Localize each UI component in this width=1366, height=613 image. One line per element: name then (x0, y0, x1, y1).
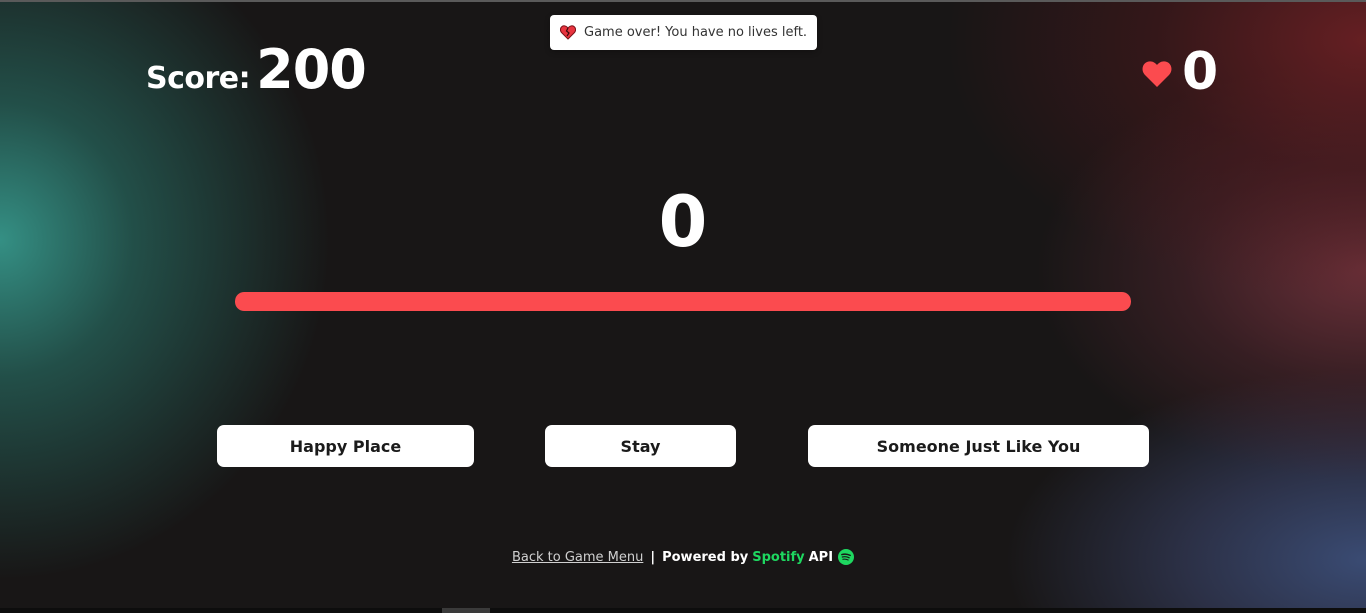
game-over-toast: Game over! You have no lives left. (550, 15, 817, 50)
heart-icon (1142, 61, 1172, 87)
score-display: Score: 200 (146, 38, 367, 101)
powered-by-label: Powered by (662, 549, 749, 565)
api-label: API (808, 549, 834, 565)
lives-display: 0 (1142, 42, 1218, 102)
spotify-logo-icon (838, 549, 855, 565)
bottom-taskbar-strip (0, 608, 1366, 613)
choice-button-stay[interactable]: Stay (545, 425, 736, 467)
spotify-label: Spotify (752, 549, 805, 565)
choice-button-someone-just-like-you[interactable]: Someone Just Like You (808, 425, 1149, 467)
score-value: 200 (256, 38, 367, 101)
score-label: Score: (146, 61, 251, 96)
timer-progress-bar (235, 292, 1131, 311)
lives-value: 0 (1182, 42, 1219, 102)
top-border (0, 0, 1366, 2)
timer-progress-fill (235, 292, 1131, 311)
countdown-timer: 0 (658, 181, 708, 263)
choice-button-happy-place[interactable]: Happy Place (217, 425, 474, 467)
footer: Back to Game Menu | Powered by Spotify A… (0, 549, 1366, 565)
bottom-tab-indicator (442, 608, 490, 613)
footer-separator: | (650, 549, 656, 565)
broken-heart-icon (559, 24, 576, 41)
toast-message: Game over! You have no lives left. (584, 25, 808, 40)
back-to-game-menu-link[interactable]: Back to Game Menu (512, 550, 643, 565)
